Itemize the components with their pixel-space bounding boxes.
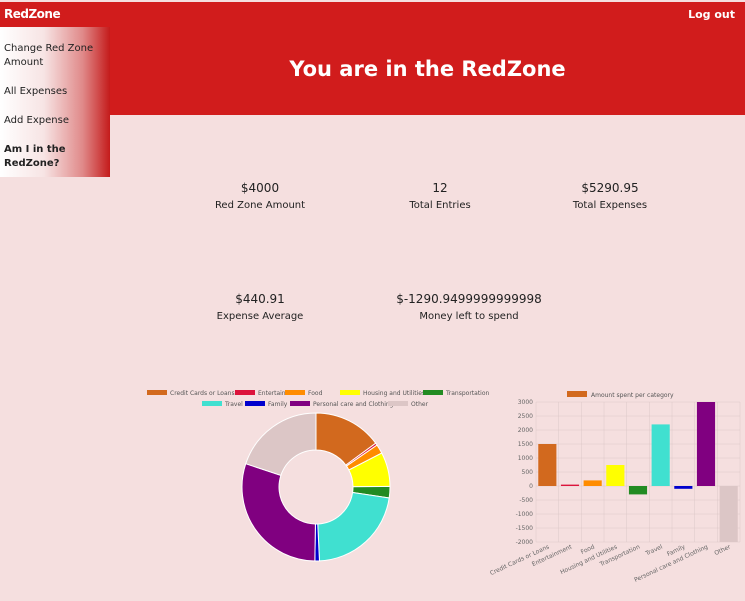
- legend-label-housing-and-utilities[interactable]: Housing and Utilities: [363, 390, 425, 397]
- y-tick-label: -1500: [516, 525, 534, 532]
- stat-money-left: $-1290.9499999999998 Money left to spend: [369, 292, 569, 322]
- legend-label-transportation[interactable]: Transportation: [445, 390, 490, 397]
- bar-family[interactable]: [674, 486, 693, 489]
- stat-label: Total Expenses: [572, 200, 648, 211]
- y-tick-label: -2000: [516, 539, 534, 546]
- legend-label-credit-cards-or-loans[interactable]: Credit Cards or Loans: [170, 390, 235, 397]
- legend-swatch-credit-cards-or-loans[interactable]: [147, 390, 167, 395]
- y-tick-label: 3000: [518, 399, 533, 406]
- hero-banner: You are in the RedZone: [0, 27, 745, 115]
- stat-redzone-amount: $4000 Red Zone Amount: [180, 181, 340, 211]
- y-tick-label: -500: [519, 497, 533, 504]
- bar-credit-cards-or-loans[interactable]: [538, 444, 557, 486]
- legend-swatch-personal-care-and-clothing[interactable]: [290, 401, 310, 406]
- legend-label-personal-care-and-clothing[interactable]: Personal care and Clothing: [313, 401, 394, 408]
- y-tick-label: 2000: [518, 427, 533, 434]
- stat-value: $4000: [240, 181, 280, 195]
- bar-housing-and-utilities[interactable]: [606, 465, 625, 486]
- legend-swatch-food[interactable]: [285, 390, 305, 395]
- legend-swatch-amount[interactable]: [567, 391, 587, 397]
- legend-label-amount[interactable]: Amount spent per category: [591, 392, 674, 399]
- y-tick-label: 0: [529, 483, 533, 490]
- legend-swatch-travel[interactable]: [202, 401, 222, 406]
- page-title: You are in the RedZone: [289, 57, 566, 81]
- bar-other[interactable]: [719, 486, 738, 542]
- y-tick-label: 1000: [518, 455, 533, 462]
- legend-swatch-family[interactable]: [245, 401, 265, 406]
- legend-swatch-housing-and-utilities[interactable]: [340, 390, 360, 395]
- bar-chart: Amount spent per category 3000 2500 2000 150…: [490, 391, 741, 584]
- stat-expense-average: $440.91 Expense Average: [180, 292, 340, 322]
- stat-value: $440.91: [235, 292, 285, 306]
- x-tick-label-other: Other: [713, 543, 732, 557]
- y-tick-label: 2500: [518, 413, 533, 420]
- bar-personal-care-and-clothing[interactable]: [696, 402, 716, 486]
- legend-swatch-transportation[interactable]: [423, 390, 443, 395]
- x-tick-label-travel: Travel: [644, 543, 664, 557]
- stat-label: Expense Average: [216, 311, 304, 322]
- stat-value: $-1290.9499999999998: [396, 292, 542, 306]
- logout-link[interactable]: Log out: [688, 8, 735, 21]
- brand-logo[interactable]: RedZone: [4, 7, 61, 21]
- sidebar-item-all-expenses[interactable]: All Expenses: [4, 85, 67, 99]
- stat-value: 12: [432, 181, 448, 195]
- stat-total-expenses: $5290.95 Total Expenses: [530, 181, 690, 211]
- doughnut-chart: Credit Cards or Loans Entertainment Food Ho…: [147, 390, 490, 562]
- doughnut-slice-personal-care-and-clothing[interactable]: [241, 463, 316, 562]
- stat-label: Money left to spend: [419, 311, 519, 322]
- top-navbar: RedZone Log out: [0, 2, 745, 27]
- bar-transportation[interactable]: [628, 486, 648, 495]
- legend-label-food[interactable]: Food: [308, 390, 323, 397]
- legend-swatch-other[interactable]: [388, 401, 408, 406]
- legend-label-travel[interactable]: Travel: [224, 401, 243, 408]
- legend-swatch-entertainment[interactable]: [235, 390, 255, 395]
- sidebar-item-change-redzone[interactable]: Change Red Zone Amount: [4, 42, 94, 70]
- sidebar: Change Red Zone Amount All Expenses Add …: [0, 27, 110, 177]
- y-tick-label: -1000: [516, 511, 534, 518]
- y-tick-label: 1500: [518, 441, 533, 448]
- bar-food[interactable]: [583, 480, 602, 486]
- bar-travel[interactable]: [651, 424, 670, 486]
- doughnut-slice-other[interactable]: [245, 412, 317, 476]
- stat-label: Red Zone Amount: [214, 200, 306, 211]
- stat-label: Total Entries: [409, 200, 471, 211]
- doughnut-slice-travel[interactable]: [317, 491, 390, 562]
- stat-total-entries: 12 Total Entries: [360, 181, 520, 211]
- y-tick-label: 500: [522, 469, 534, 476]
- sidebar-item-add-expense[interactable]: Add Expense: [4, 114, 69, 128]
- bar-entertainment[interactable]: [560, 484, 580, 486]
- sidebar-item-am-i-in-redzone[interactable]: Am I in the RedZone?: [4, 143, 84, 171]
- legend-label-family[interactable]: Family: [268, 401, 288, 408]
- stat-value: $5290.95: [581, 181, 639, 195]
- legend-label-other[interactable]: Other: [411, 401, 429, 408]
